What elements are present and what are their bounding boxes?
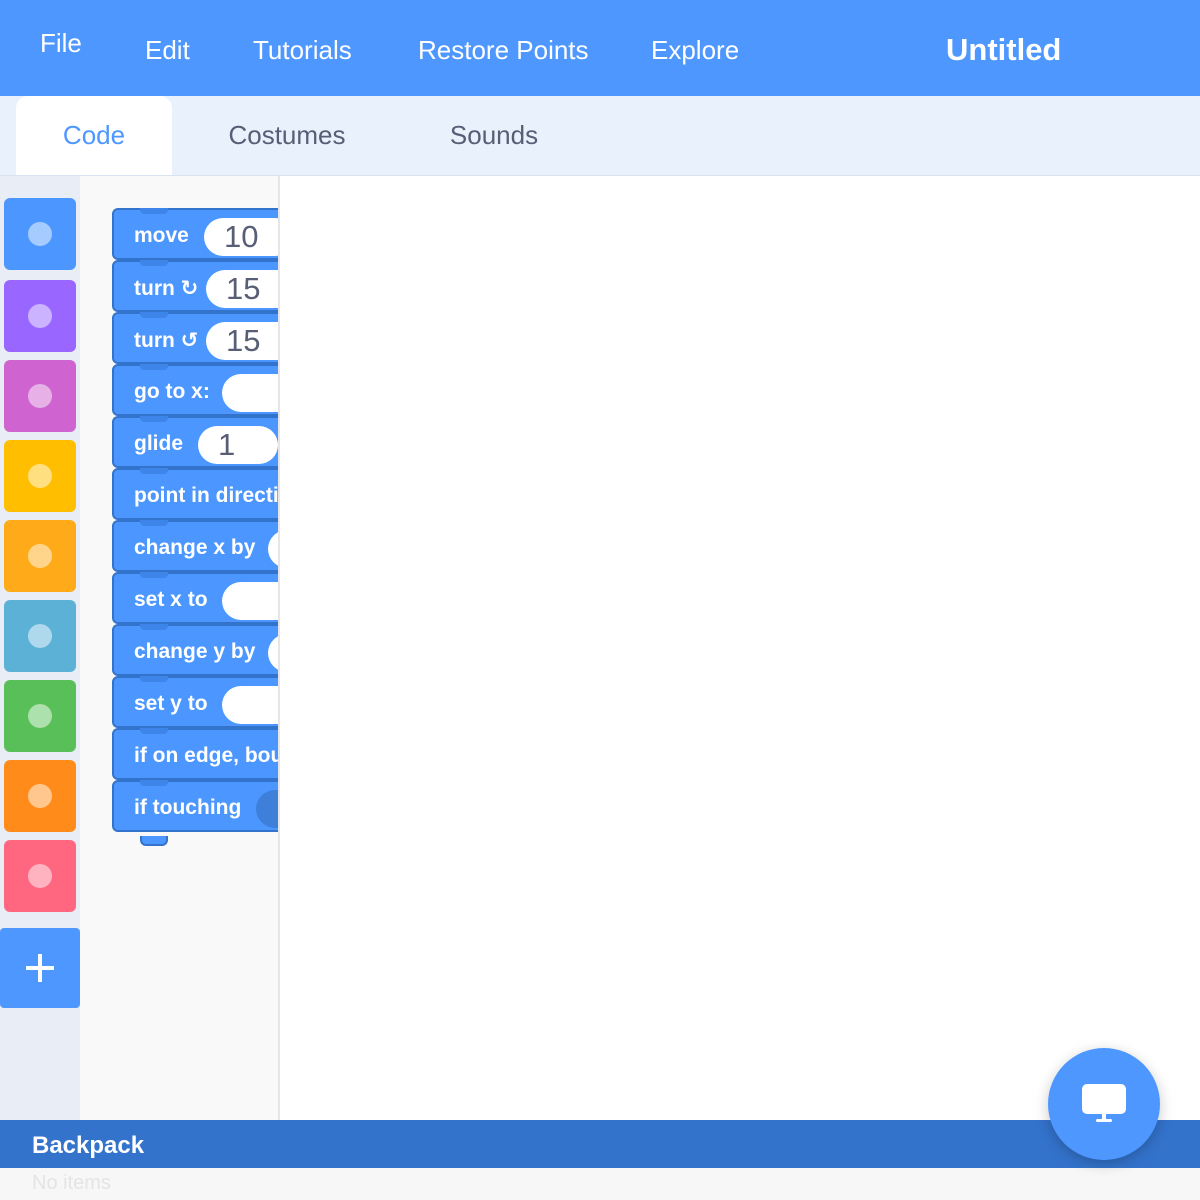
menu-tutorials[interactable]: Tutorials bbox=[253, 37, 352, 63]
events-category-icon bbox=[28, 464, 52, 488]
backpack-title: Backpack bbox=[32, 1132, 145, 1159]
category-events[interactable] bbox=[4, 440, 76, 512]
code-workspace[interactable] bbox=[280, 176, 1200, 1120]
block-change-y-by[interactable]: change y by bbox=[112, 624, 278, 676]
variables-category-icon bbox=[28, 784, 52, 808]
block-if-on-edge-bounce[interactable]: if on edge, bou bbox=[112, 728, 278, 780]
operators-category-icon bbox=[28, 704, 52, 728]
menu-bar: File Edit Tutorials Restore Points Explo… bbox=[0, 0, 1200, 96]
category-looks[interactable] bbox=[4, 280, 76, 352]
block-input[interactable] bbox=[222, 686, 278, 724]
menu-edit[interactable]: Edit bbox=[145, 37, 190, 63]
block-input[interactable] bbox=[222, 374, 278, 412]
sensing-category-icon bbox=[28, 624, 52, 648]
block-label: change y by bbox=[134, 640, 256, 663]
looks-category-icon bbox=[28, 304, 52, 328]
block-input[interactable]: 15 bbox=[206, 270, 278, 308]
block-palette: move 10 turn ↻ 15 turn ↺ 15 go to x: gli… bbox=[80, 176, 278, 1120]
block-label: glide bbox=[134, 432, 184, 455]
block-label: set x to bbox=[134, 588, 208, 611]
block-input[interactable] bbox=[268, 634, 278, 672]
block-label: turn ↻ bbox=[134, 277, 199, 300]
block-label: move bbox=[134, 224, 189, 247]
block-label: change x by bbox=[134, 536, 256, 559]
block-label: if on edge, bou bbox=[134, 744, 278, 767]
category-sensing[interactable] bbox=[4, 600, 76, 672]
category-sound[interactable] bbox=[4, 360, 76, 432]
menu-file[interactable]: File bbox=[40, 30, 82, 56]
block-label: if touching bbox=[134, 796, 242, 819]
block-input[interactable]: 1 bbox=[198, 426, 278, 464]
block-label: go to x: bbox=[134, 380, 210, 403]
block-glide[interactable]: glide 1 bbox=[112, 416, 278, 468]
block-input[interactable]: 15 bbox=[206, 322, 278, 360]
monitor-icon bbox=[1082, 1084, 1126, 1122]
block-input[interactable] bbox=[268, 530, 278, 568]
block-label: turn ↺ bbox=[134, 329, 199, 352]
block-change-x-by[interactable]: change x by bbox=[112, 520, 278, 572]
block-point-in-direction[interactable]: point in directi bbox=[112, 468, 278, 520]
block-turn-left[interactable]: turn ↺ 15 bbox=[112, 312, 278, 364]
block-set-y-to[interactable]: set y to bbox=[112, 676, 278, 728]
block-input[interactable]: 10 bbox=[204, 218, 278, 256]
block-label: set y to bbox=[134, 692, 208, 715]
control-category-icon bbox=[28, 544, 52, 568]
block-move[interactable]: move 10 bbox=[112, 208, 278, 260]
block-turn-right[interactable]: turn ↻ 15 bbox=[112, 260, 278, 312]
boolean-input-slot[interactable] bbox=[256, 790, 278, 828]
tab-sounds[interactable]: Sounds bbox=[420, 96, 568, 175]
category-control[interactable] bbox=[4, 520, 76, 592]
category-variables[interactable] bbox=[4, 760, 76, 832]
project-title[interactable]: Untitled bbox=[946, 32, 1061, 68]
block-bottom-tab bbox=[140, 836, 168, 846]
block-go-to-xy[interactable]: go to x: bbox=[112, 364, 278, 416]
tab-code[interactable]: Code bbox=[16, 96, 172, 175]
block-label: point in directi bbox=[134, 484, 278, 507]
backpack-header[interactable]: Backpack bbox=[0, 1120, 1200, 1168]
backpack-empty-text: No items bbox=[32, 1172, 111, 1194]
tab-costumes[interactable]: Costumes bbox=[200, 96, 374, 175]
backpack-content: No items bbox=[0, 1168, 1200, 1200]
category-motion[interactable] bbox=[4, 198, 76, 270]
motion-category-icon bbox=[28, 222, 52, 246]
menu-restore-points[interactable]: Restore Points bbox=[418, 37, 589, 63]
category-menu bbox=[0, 176, 80, 1120]
category-my-blocks[interactable] bbox=[4, 840, 76, 912]
block-input[interactable] bbox=[222, 582, 278, 620]
category-operators[interactable] bbox=[4, 680, 76, 752]
my-blocks-category-icon bbox=[28, 864, 52, 888]
menu-explore[interactable]: Explore bbox=[651, 37, 739, 63]
editor-tabs: Code Costumes Sounds bbox=[0, 96, 1200, 176]
block-set-x-to[interactable]: set x to bbox=[112, 572, 278, 624]
block-if-touching[interactable]: if touching bbox=[112, 780, 278, 832]
show-stage-button[interactable] bbox=[1048, 1048, 1160, 1160]
add-extension-button[interactable] bbox=[0, 928, 80, 1008]
sound-category-icon bbox=[28, 384, 52, 408]
